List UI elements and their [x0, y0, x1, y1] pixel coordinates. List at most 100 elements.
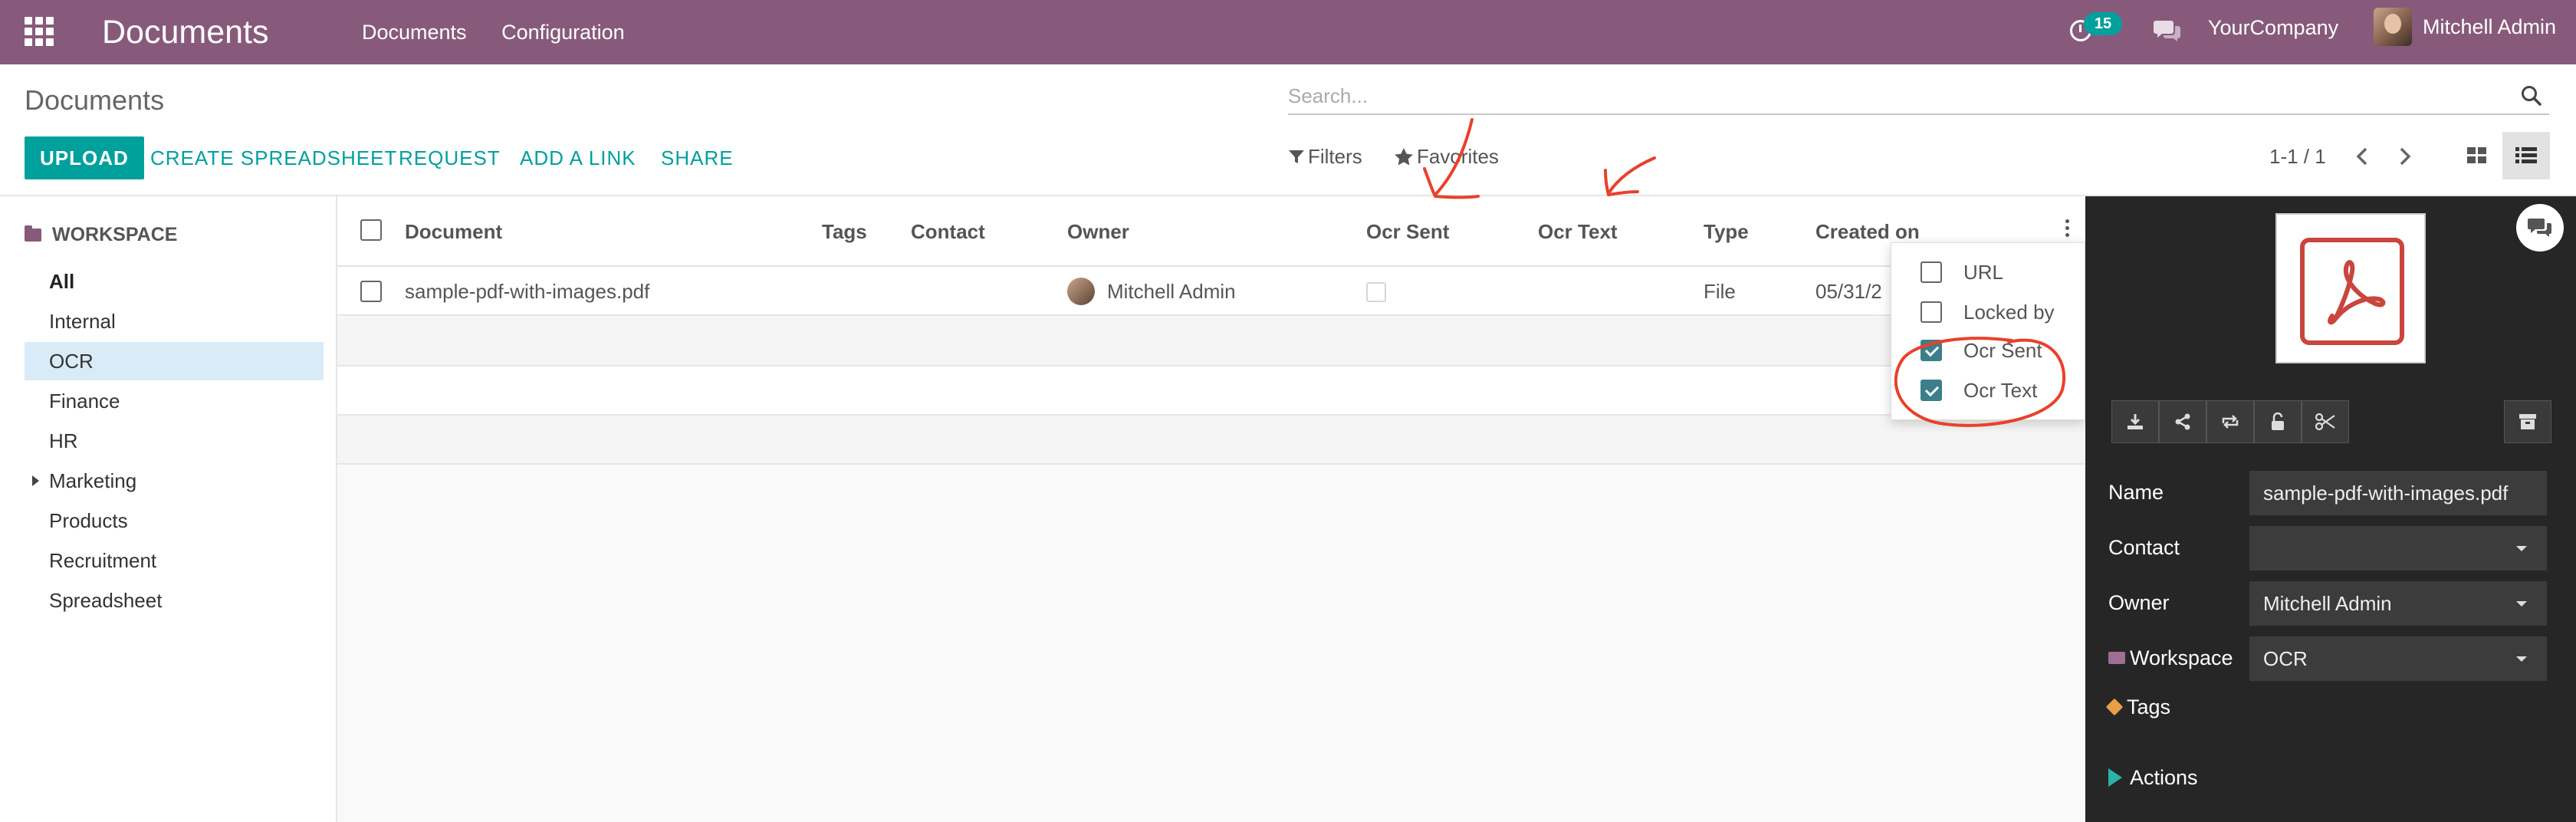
optional-columns-toggle-icon[interactable] — [2064, 219, 2070, 242]
workspace-field[interactable]: OCR — [2249, 636, 2547, 681]
cell-type: File — [1704, 280, 1736, 303]
sidebar-item-internal[interactable]: Internal — [25, 302, 324, 340]
chevron-down-icon — [2516, 601, 2527, 607]
pager-next-icon[interactable] — [2390, 143, 2418, 170]
caret-right-icon — [2108, 768, 2122, 787]
top-navbar: Documents Documents Configuration 15 You… — [0, 0, 2576, 64]
column-tags[interactable]: Tags — [822, 216, 867, 247]
menu-documents[interactable]: Documents — [362, 21, 467, 44]
table-row[interactable]: sample-pdf-with-images.pdf Mitchell Admi… — [337, 267, 2085, 316]
sidebar-item-recruitment[interactable]: Recruitment — [25, 541, 324, 580]
name-label: Name — [2108, 481, 2164, 504]
document-list: Document Tags Contact Owner Ocr Sent Ocr… — [337, 196, 2085, 822]
owner-value: Mitchell Admin — [2263, 592, 2392, 615]
split-icon — [2315, 413, 2335, 431]
app-title[interactable]: Documents — [102, 9, 268, 55]
empty-row — [337, 317, 2085, 367]
menu-configuration[interactable]: Configuration — [501, 21, 625, 44]
share-icon — [2175, 413, 2190, 430]
kanban-view-button[interactable] — [2453, 132, 2501, 179]
replace-icon — [2222, 415, 2239, 429]
name-field[interactable]: sample-pdf-with-images.pdf — [2249, 471, 2547, 515]
sidebar-item-ocr[interactable]: OCR — [25, 342, 324, 380]
list-view-icon — [2515, 147, 2537, 163]
column-option-ocr-sent[interactable]: Ocr Sent — [1891, 330, 2086, 370]
request-button[interactable]: REQUEST — [399, 136, 501, 179]
column-document[interactable]: Document — [405, 216, 502, 247]
user-avatar — [2374, 8, 2412, 46]
cell-owner: Mitchell Admin — [1107, 280, 1236, 303]
split-button[interactable] — [2302, 400, 2349, 443]
search-input[interactable] — [1288, 80, 2484, 112]
upload-button[interactable]: UPLOAD — [25, 136, 144, 179]
user-menu[interactable]: Mitchell Admin — [2374, 8, 2556, 46]
empty-row — [337, 367, 2085, 416]
cell-document: sample-pdf-with-images.pdf — [405, 280, 650, 303]
replace-button[interactable] — [2206, 400, 2254, 443]
column-option-url[interactable]: URL — [1891, 252, 2086, 292]
favorites-label: Favorites — [1417, 145, 1499, 168]
column-option-checkbox[interactable] — [1921, 301, 1942, 323]
expand-caret-icon[interactable] — [32, 475, 39, 486]
tags-label[interactable]: Tags — [2105, 692, 2171, 722]
grid-view-icon — [2467, 147, 2486, 163]
sidebar-item-marketing-label: Marketing — [49, 469, 137, 492]
sidebar-item-hr[interactable]: HR — [25, 422, 324, 460]
user-name: Mitchell Admin — [2423, 15, 2557, 38]
company-switcher[interactable]: YourCompany — [2208, 12, 2338, 43]
sidebar-item-finance[interactable]: Finance — [25, 382, 324, 420]
contact-field[interactable] — [2249, 526, 2547, 570]
chatter-button[interactable] — [2516, 204, 2564, 252]
page-title: Documents — [25, 84, 165, 116]
lock-button[interactable] — [2254, 400, 2302, 443]
filters-dropdown[interactable]: Filters — [1288, 141, 1362, 172]
filters-label: Filters — [1308, 145, 1362, 168]
column-ocr-sent[interactable]: Ocr Sent — [1366, 216, 1449, 247]
sidebar-item-all[interactable]: All — [25, 262, 324, 301]
chat-bubble-icon — [2528, 219, 2551, 237]
lock-icon — [2272, 412, 2284, 430]
column-option-checkbox[interactable] — [1921, 340, 1942, 361]
owner-field[interactable]: Mitchell Admin — [2249, 581, 2547, 626]
actions-toggle[interactable]: Actions — [2108, 762, 2198, 793]
sidebar-item-marketing[interactable]: Marketing — [25, 462, 324, 500]
archive-icon — [2519, 414, 2536, 429]
column-owner[interactable]: Owner — [1067, 216, 1129, 247]
app-grid-icon[interactable] — [25, 17, 54, 46]
column-option-checkbox[interactable] — [1921, 380, 1942, 401]
column-option-checkbox[interactable] — [1921, 261, 1942, 283]
column-option-label: Locked by — [1963, 301, 2055, 324]
favorites-dropdown[interactable]: Favorites — [1394, 141, 1499, 172]
document-thumbnail[interactable] — [2275, 213, 2426, 363]
row-checkbox[interactable] — [360, 281, 382, 302]
list-view-button[interactable] — [2502, 132, 2550, 179]
workspace-sidebar: WORKSPACE All Internal OCR Finance HR Ma… — [0, 196, 337, 822]
main-menu: Documents Configuration — [362, 17, 654, 48]
share-document-button[interactable] — [2159, 400, 2206, 443]
download-button[interactable] — [2111, 400, 2159, 443]
contact-label: Contact — [2108, 536, 2180, 559]
create-spreadsheet-button[interactable]: CREATE SPREADSHEET — [150, 136, 397, 179]
activity-count-badge: 15 — [2084, 12, 2122, 35]
archive-button[interactable] — [2504, 400, 2551, 443]
add-link-button[interactable]: ADD A LINK — [520, 136, 636, 179]
chevron-down-icon — [2516, 656, 2527, 662]
column-option-locked-by[interactable]: Locked by — [1891, 292, 2086, 332]
pager-value[interactable]: 1-1 / 1 — [2269, 141, 2326, 172]
column-contact[interactable]: Contact — [911, 216, 985, 247]
column-option-label: Ocr Text — [1963, 379, 2038, 402]
sidebar-item-spreadsheet[interactable]: Spreadsheet — [25, 581, 324, 620]
download-icon — [2128, 414, 2143, 429]
search-icon[interactable] — [2520, 84, 2543, 107]
column-option-label: Ocr Sent — [1963, 339, 2042, 362]
select-all-checkbox[interactable] — [360, 219, 382, 241]
pager-previous-icon[interactable] — [2349, 143, 2377, 170]
sidebar-item-products[interactable]: Products — [25, 501, 324, 540]
column-ocr-text[interactable]: Ocr Text — [1538, 216, 1618, 247]
column-type[interactable]: Type — [1704, 216, 1749, 247]
share-button[interactable]: SHARE — [661, 136, 734, 179]
cell-ocr-sent-checkbox — [1366, 282, 1386, 302]
column-option-ocr-text[interactable]: Ocr Text — [1891, 370, 2086, 410]
tags-label-text: Tags — [2127, 695, 2171, 718]
chat-icon[interactable] — [2153, 18, 2182, 43]
